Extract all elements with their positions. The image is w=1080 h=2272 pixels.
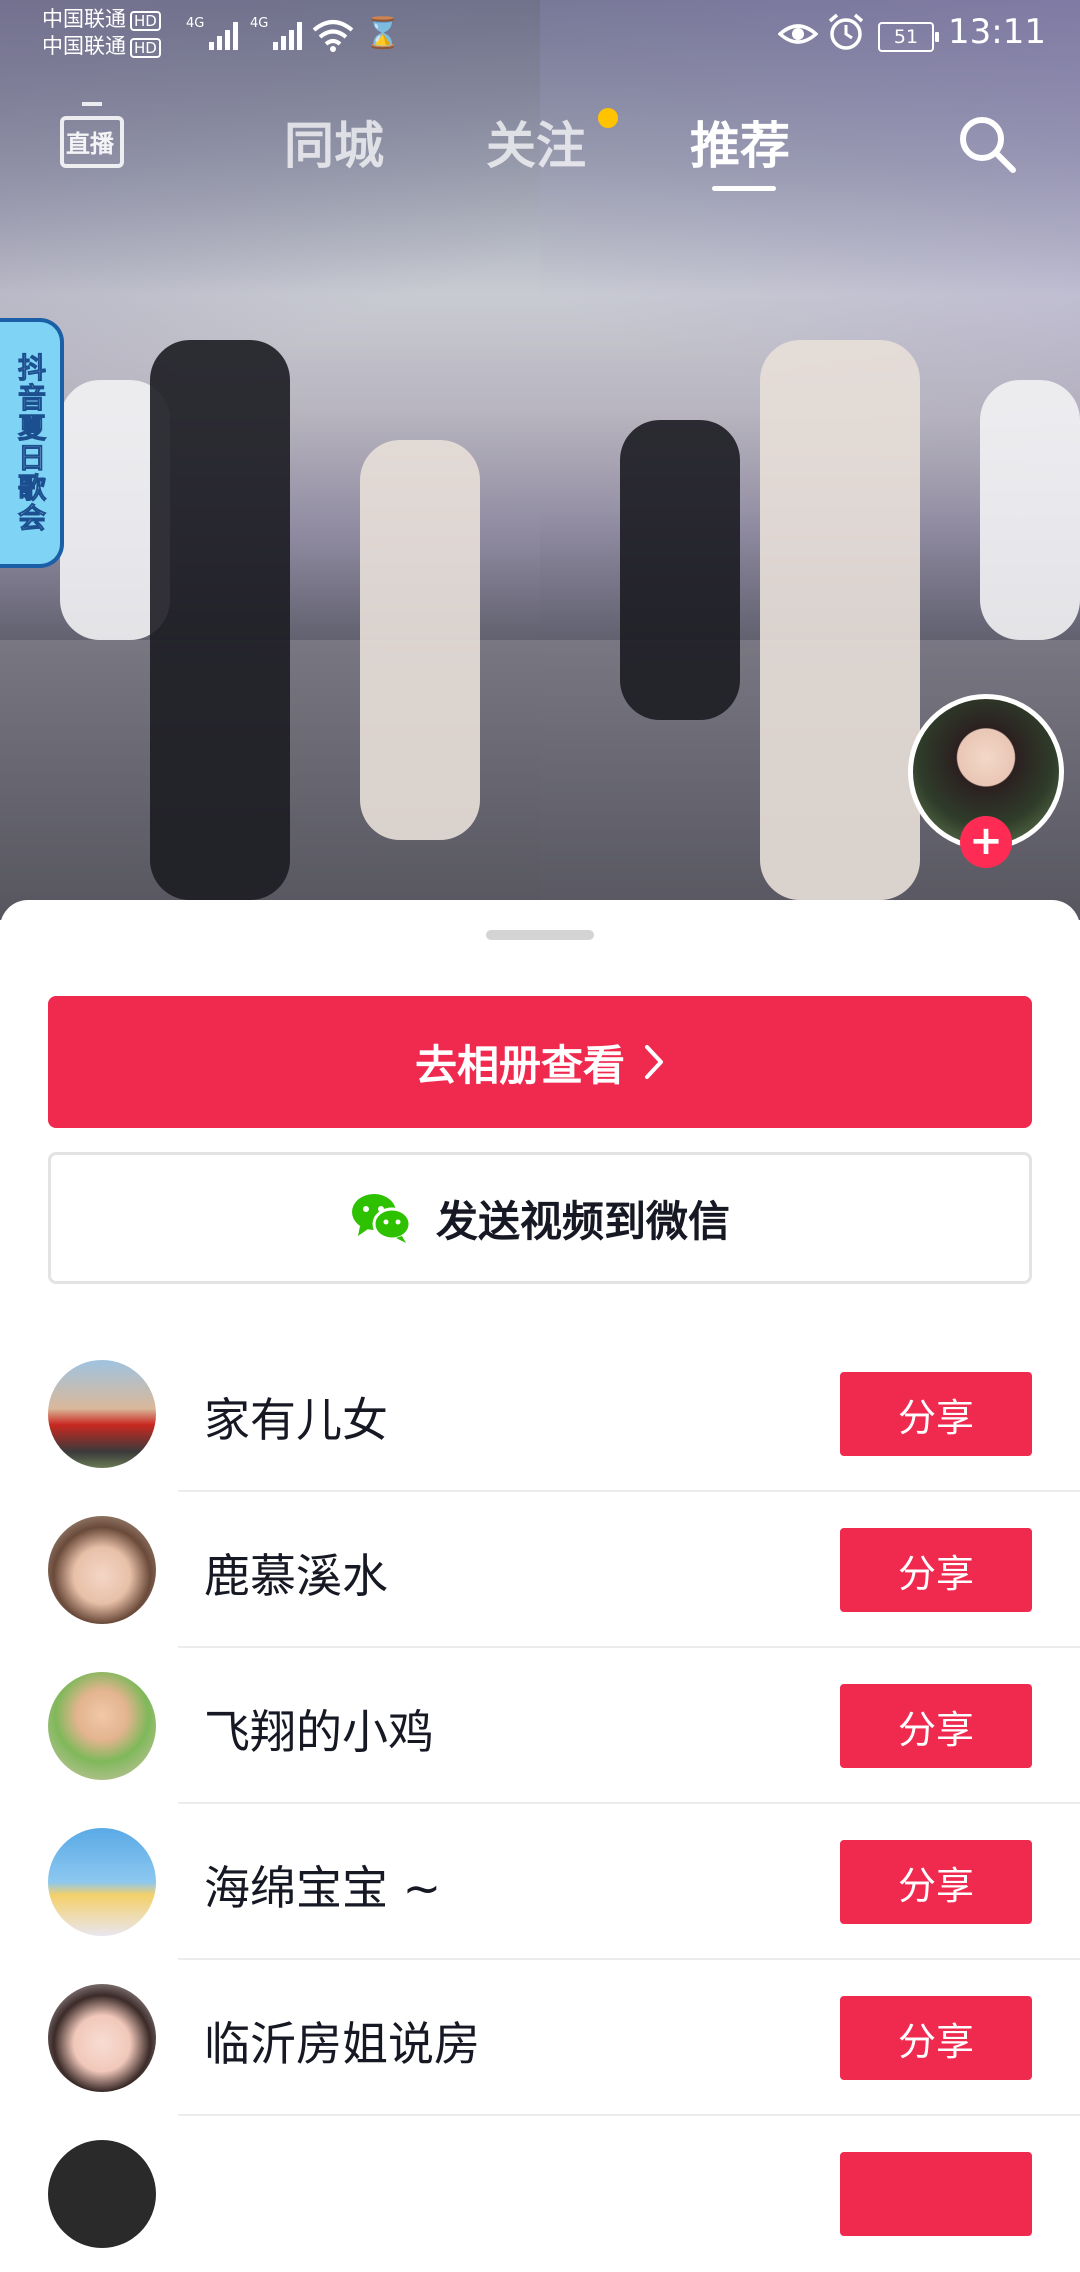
live-label: 直播 [66, 130, 114, 158]
hourglass-icon: ⌛ [364, 16, 402, 51]
avatar[interactable] [48, 2140, 156, 2248]
contact-row: 海绵宝宝 ~ 分享 [0, 1804, 1080, 1960]
carrier-1: 中国联通 [42, 7, 126, 31]
carrier-2: 中国联通 [42, 34, 126, 58]
share-button[interactable]: 分享 [840, 1528, 1032, 1612]
send-to-wechat-label: 发送视频到微信 [435, 1196, 730, 1246]
network-type: 4G [250, 16, 269, 31]
contact-name: 飞翔的小鸡 [204, 1705, 434, 1759]
live-button[interactable]: 直播 [60, 102, 128, 168]
contact-name: 海绵宝宝 ~ [204, 1861, 442, 1915]
share-sheet: 去相册查看 发送视频到微信 家有儿女 分享 鹿慕溪水 分享 飞翔的小鸡 分享 海… [0, 900, 1080, 2248]
contact-row: 飞翔的小鸡 分享 [0, 1648, 1080, 1804]
top-navigation: 直播 同城 关注 推荐 [0, 90, 1080, 200]
wechat-icon [351, 1194, 412, 1243]
video-figure [980, 380, 1080, 640]
follow-plus-icon[interactable]: + [960, 816, 1012, 868]
tab-recommended[interactable]: 推荐 [690, 106, 790, 178]
hd-badge: HD [130, 11, 161, 31]
contact-row: 鹿慕溪水 分享 [0, 1492, 1080, 1648]
status-bar: 中国联通 HD 中国联通 HD 4G 4G ⌛ 51 13:11 [0, 0, 1080, 70]
event-badge[interactable]: 抖音夏日歌会 [0, 318, 64, 568]
contact-name: 临沂房姐说房 [204, 2017, 480, 2071]
chevron-right-icon [645, 1045, 663, 1079]
hd-badge: HD [130, 38, 161, 58]
alarm-icon [828, 13, 864, 50]
share-button[interactable]: 分享 [840, 1840, 1032, 1924]
view-in-album-label: 去相册查看 [414, 1040, 625, 1090]
avatar[interactable] [48, 1984, 156, 2092]
video-figure [760, 340, 920, 900]
share-button[interactable]: 分享 [840, 1684, 1032, 1768]
sheet-drag-handle[interactable] [486, 930, 594, 940]
search-icon[interactable] [955, 112, 1019, 176]
avatar[interactable] [48, 1360, 156, 1468]
battery-icon: 51 [878, 22, 939, 52]
tab-nearby[interactable]: 同城 [284, 106, 384, 178]
avatar[interactable] [48, 1828, 156, 1936]
avatar[interactable] [48, 1516, 156, 1624]
contact-row [0, 2116, 1080, 2272]
active-tab-indicator [712, 186, 776, 191]
wifi-icon [312, 20, 354, 52]
eye-icon [778, 24, 818, 44]
contact-name: 鹿慕溪水 [204, 1549, 388, 1603]
carrier-info: 中国联通 HD 中国联通 HD [42, 6, 161, 60]
share-button[interactable] [840, 2152, 1032, 2236]
share-button[interactable]: 分享 [840, 1372, 1032, 1456]
signal-icon: 4G [186, 16, 239, 50]
tab-following[interactable]: 关注 [486, 106, 586, 178]
contact-row: 临沂房姐说房 分享 [0, 1960, 1080, 2116]
video-figure [620, 420, 740, 720]
send-to-wechat-button[interactable]: 发送视频到微信 [48, 1152, 1032, 1284]
share-button[interactable]: 分享 [840, 1996, 1032, 2080]
contact-name: 家有儿女 [204, 1393, 388, 1447]
video-figure [150, 340, 290, 900]
network-type: 4G [186, 16, 205, 31]
clock: 13:11 [948, 12, 1046, 52]
contact-row: 家有儿女 分享 [0, 1336, 1080, 1492]
event-badge-label: 抖音夏日歌会 [14, 353, 48, 534]
video-figure [360, 440, 480, 840]
new-content-dot [598, 108, 618, 128]
signal-icon: 4G [250, 16, 303, 50]
avatar[interactable] [48, 1672, 156, 1780]
view-in-album-button[interactable]: 去相册查看 [48, 996, 1032, 1128]
